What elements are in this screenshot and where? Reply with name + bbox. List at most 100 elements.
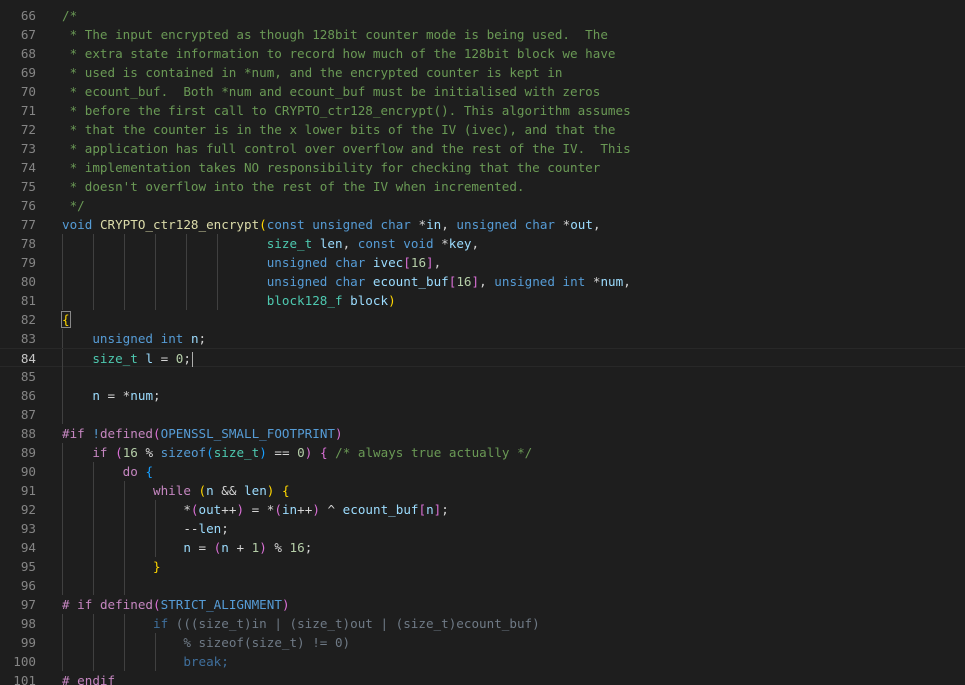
code-line[interactable]: 68 * extra state information to record h… [0, 44, 965, 63]
code-token: * used is contained in *num, and the enc… [62, 65, 563, 80]
code-text: * The input encrypted as though 128bit c… [62, 25, 608, 44]
code-line[interactable]: 79 unsigned char ivec[16], [0, 253, 965, 272]
code-line[interactable]: 71 * before the first call to CRYPTO_ctr… [0, 101, 965, 120]
code-token: , [471, 236, 480, 251]
code-line[interactable]: 88 #if !defined(OPENSSL_SMALL_FOOTPRINT) [0, 424, 965, 443]
code-token: n [183, 540, 191, 555]
code-line[interactable]: 67 * The input encrypted as though 128bi… [0, 25, 965, 44]
code-text: { [61, 310, 71, 329]
code-line[interactable]: 73 * application has full control over o… [0, 139, 965, 158]
code-line[interactable]: 99 % sizeof(size_t) != 0) [0, 633, 965, 652]
code-line[interactable]: 82 { [0, 310, 965, 329]
code-token: , [342, 236, 358, 251]
code-token: * The input encrypted as though 128bit c… [62, 27, 608, 42]
code-line[interactable]: 74 * implementation takes NO responsibil… [0, 158, 965, 177]
code-line[interactable]: 75 * doesn't overflow into the rest of t… [0, 177, 965, 196]
line-number: 75 [20, 179, 36, 194]
code-line[interactable]: 69 * used is contained in *num, and the … [0, 63, 965, 82]
line-number: 86 [20, 388, 36, 403]
code-line[interactable]: 97 # if defined(STRICT_ALIGNMENT) [0, 595, 965, 614]
code-line[interactable]: 76 */ [0, 196, 965, 215]
code-line[interactable]: 77 void CRYPTO_ctr128_encrypt(const unsig… [0, 215, 965, 234]
code-line[interactable]: 98 if (((size_t)in | (size_t)out | (size… [0, 614, 965, 633]
code-line[interactable]: 81 block128_f block) [0, 291, 965, 310]
code-token: #if [62, 426, 85, 441]
code-line[interactable]: 83 unsigned int n; [0, 329, 965, 348]
code-token: ( [259, 217, 267, 232]
code-token: block [350, 293, 389, 308]
code-editor[interactable]: 66 /* 67 * The input encrypted as though 1… [0, 0, 965, 685]
code-token: ( [206, 445, 214, 460]
code-text: #if !defined(OPENSSL_SMALL_FOOTPRINT) [62, 424, 343, 443]
code-line[interactable]: 90 do { [0, 462, 965, 481]
line-number: 99 [20, 635, 36, 650]
code-token: ; [153, 388, 161, 403]
code-line[interactable]: 92 *(out++) = *(in++) ^ ecount_buf[n]; [0, 500, 965, 519]
code-text: n = (n + 1) % 16; [62, 538, 312, 557]
code-line[interactable]: 101 # endif [0, 671, 965, 685]
line-number: 90 [20, 464, 36, 479]
code-token: ++ [221, 502, 237, 517]
code-token: void [403, 236, 434, 251]
code-token: len [244, 483, 267, 498]
line-number: 101 [13, 673, 36, 685]
code-token: * [410, 217, 427, 232]
code-line[interactable]: 87 [0, 405, 965, 424]
code-line[interactable]: 78 size_t len, const void *key, [0, 234, 965, 253]
code-token: if [92, 445, 108, 460]
code-text: size_t l = 0; [62, 349, 193, 368]
code-line[interactable]: 70 * ecount_buf. Both *num and ecount_bu… [0, 82, 965, 101]
line-number: 71 [20, 103, 36, 118]
code-token: * doesn't overflow into the rest of the … [62, 179, 525, 194]
code-text: unsigned int n; [62, 329, 206, 348]
code-token: -- [183, 521, 199, 536]
code-line[interactable]: 93 --len; [0, 519, 965, 538]
code-line[interactable]: 89 if (16 % sizeof(size_t) == 0) { /* al… [0, 443, 965, 462]
code-line[interactable]: 72 * that the counter is in the x lower … [0, 120, 965, 139]
code-line[interactable]: 85 [0, 367, 965, 386]
code-line[interactable]: 66 /* [0, 6, 965, 25]
code-text: while (n && len) { [62, 481, 290, 500]
code-token: key [448, 236, 472, 251]
code-line[interactable]: 86 n = *num; [0, 386, 965, 405]
code-token: do [122, 464, 138, 479]
code-line[interactable]: 95 } [0, 557, 965, 576]
code-token: * [433, 236, 449, 251]
code-token: ^ [319, 502, 343, 517]
code-token: ivec [372, 255, 404, 270]
code-token: ; [183, 351, 191, 366]
code-text: break; [62, 652, 229, 671]
code-text: * before the first call to CRYPTO_ctr128… [62, 101, 631, 120]
code-text: * that the counter is in the x lower bit… [62, 120, 616, 139]
code-token: ( [153, 426, 161, 441]
code-line[interactable]: 91 while (n && len) { [0, 481, 965, 500]
code-token: == [266, 445, 298, 460]
line-number: 89 [20, 445, 36, 460]
code-text: } [62, 557, 161, 576]
code-line[interactable]: 96 [0, 576, 965, 595]
code-line[interactable]: 80 unsigned char ecount_buf[16], unsigne… [0, 272, 965, 291]
code-text: * used is contained in *num, and the enc… [62, 63, 563, 82]
code-text: if (16 % sizeof(size_t) == 0) { /* alway… [62, 443, 532, 462]
code-line[interactable]: 84 size_t l = 0; [0, 348, 965, 368]
code-token: OPENSSL_SMALL_FOOTPRINT [160, 426, 335, 441]
code-token: * [585, 274, 601, 289]
code-token: , [433, 255, 442, 270]
code-line[interactable]: 94 n = (n + 1) % 16; [0, 538, 965, 557]
code-line[interactable]: 100 break; [0, 652, 965, 671]
line-number: 93 [20, 521, 36, 536]
code-token: if [153, 616, 169, 631]
